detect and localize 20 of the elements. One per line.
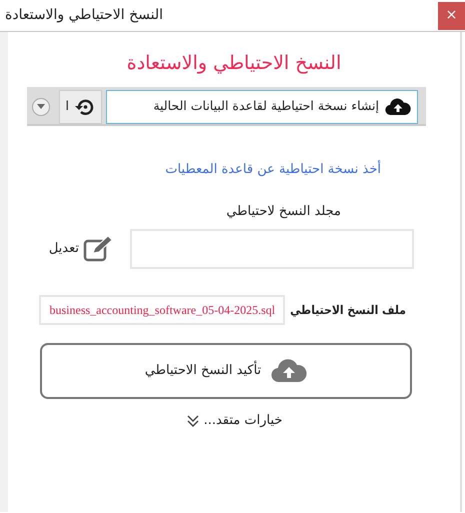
file-name-field: business_accounting_software_05-04-2025.sql (39, 295, 286, 325)
folder-field[interactable] (130, 229, 414, 269)
chevrons-icon (186, 414, 200, 428)
folder-label: مجلد النسخ لاحتياطي (226, 204, 341, 218)
cloud-upload-icon (385, 98, 411, 116)
close-button[interactable]: × (438, 2, 465, 30)
advanced-options-toggle[interactable]: خيارات متقد... (186, 411, 282, 430)
edit-button[interactable]: تعديل (48, 236, 114, 262)
tab[interactable]: ا (58, 90, 102, 124)
tab[interactable]: إنشاء نسخة احتياطية لقاعدة البيانات الحالية (106, 90, 418, 124)
edit-icon (83, 236, 114, 262)
window-title: النسخ الاحتياطي والاستعادة (5, 6, 164, 25)
file-label: ملف النسخ الاحتياطي (290, 302, 406, 319)
restore-icon (75, 96, 95, 116)
caret-icon (37, 104, 45, 110)
section-link[interactable]: أخذ نسخة احتياطية عن قاعدة المعطيات (165, 160, 381, 179)
confirm-backup-button[interactable]: تأكيد النسخ الاحتياطي (40, 343, 412, 399)
cloud-upload-icon (271, 359, 308, 383)
tab-list-dropdown[interactable] (32, 98, 50, 116)
dialog-heading: النسخ الاحتياطي والاستعادة (126, 51, 342, 76)
